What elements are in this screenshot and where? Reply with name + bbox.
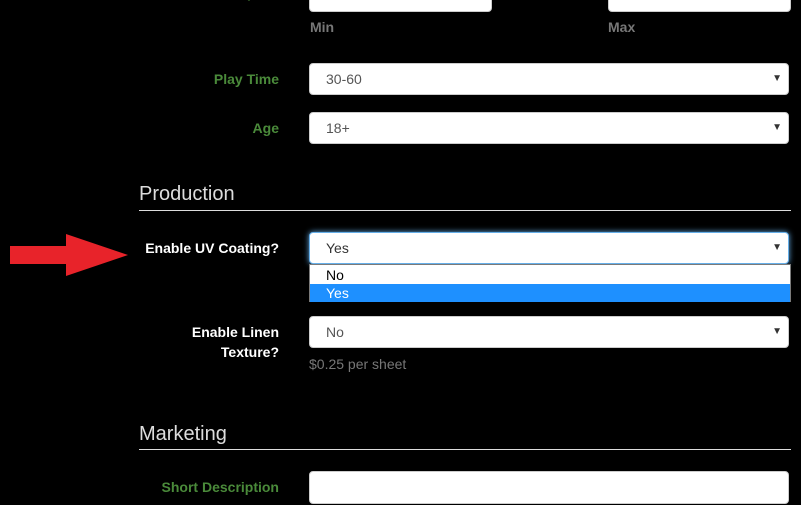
caret-down-icon: ▼: [772, 242, 782, 253]
caret-down-icon: ▼: [772, 326, 782, 337]
uv-coating-dropdown[interactable]: No Yes: [309, 264, 791, 302]
uv-coating-option-yes[interactable]: Yes: [310, 284, 790, 302]
play-time-label: Play Time: [213, 71, 279, 87]
uv-coating-option-no[interactable]: No: [310, 266, 790, 284]
players-max-label: Max: [608, 19, 636, 35]
marketing-title: Marketing: [139, 423, 227, 445]
caret-down-icon: ▼: [772, 122, 782, 133]
linen-texture-help: $0.25 per sheet: [309, 356, 407, 372]
production-title: Production: [139, 183, 235, 205]
age-label: Age: [252, 120, 279, 136]
uv-coating-value: Yes: [326, 240, 349, 256]
caret-down-icon: ▼: [772, 73, 782, 84]
age-value: 18+: [326, 120, 350, 136]
players-label-partial: ·: [247, 0, 279, 3]
linen-texture-value: No: [326, 324, 344, 340]
play-time-value: 30-60: [326, 71, 362, 87]
uv-coating-label: Enable UV Coating?: [145, 240, 279, 256]
marketing-divider: [139, 449, 791, 450]
players-min-input[interactable]: [309, 0, 492, 12]
short-description-input[interactable]: [309, 471, 789, 504]
play-time-select[interactable]: 30-60 ▼: [309, 63, 789, 95]
players-max-input[interactable]: [608, 0, 791, 12]
production-divider: [139, 210, 791, 211]
short-description-label: Short Description: [161, 479, 279, 495]
linen-texture-select[interactable]: No ▼: [309, 316, 789, 348]
age-select[interactable]: 18+ ▼: [309, 112, 789, 144]
red-arrow-icon: [10, 234, 128, 276]
linen-texture-label-line2: Texture?: [220, 344, 279, 360]
players-min-label: Min: [310, 19, 335, 35]
uv-coating-select[interactable]: Yes ▼: [309, 232, 789, 264]
linen-texture-label-line1: Enable Linen: [191, 324, 279, 340]
